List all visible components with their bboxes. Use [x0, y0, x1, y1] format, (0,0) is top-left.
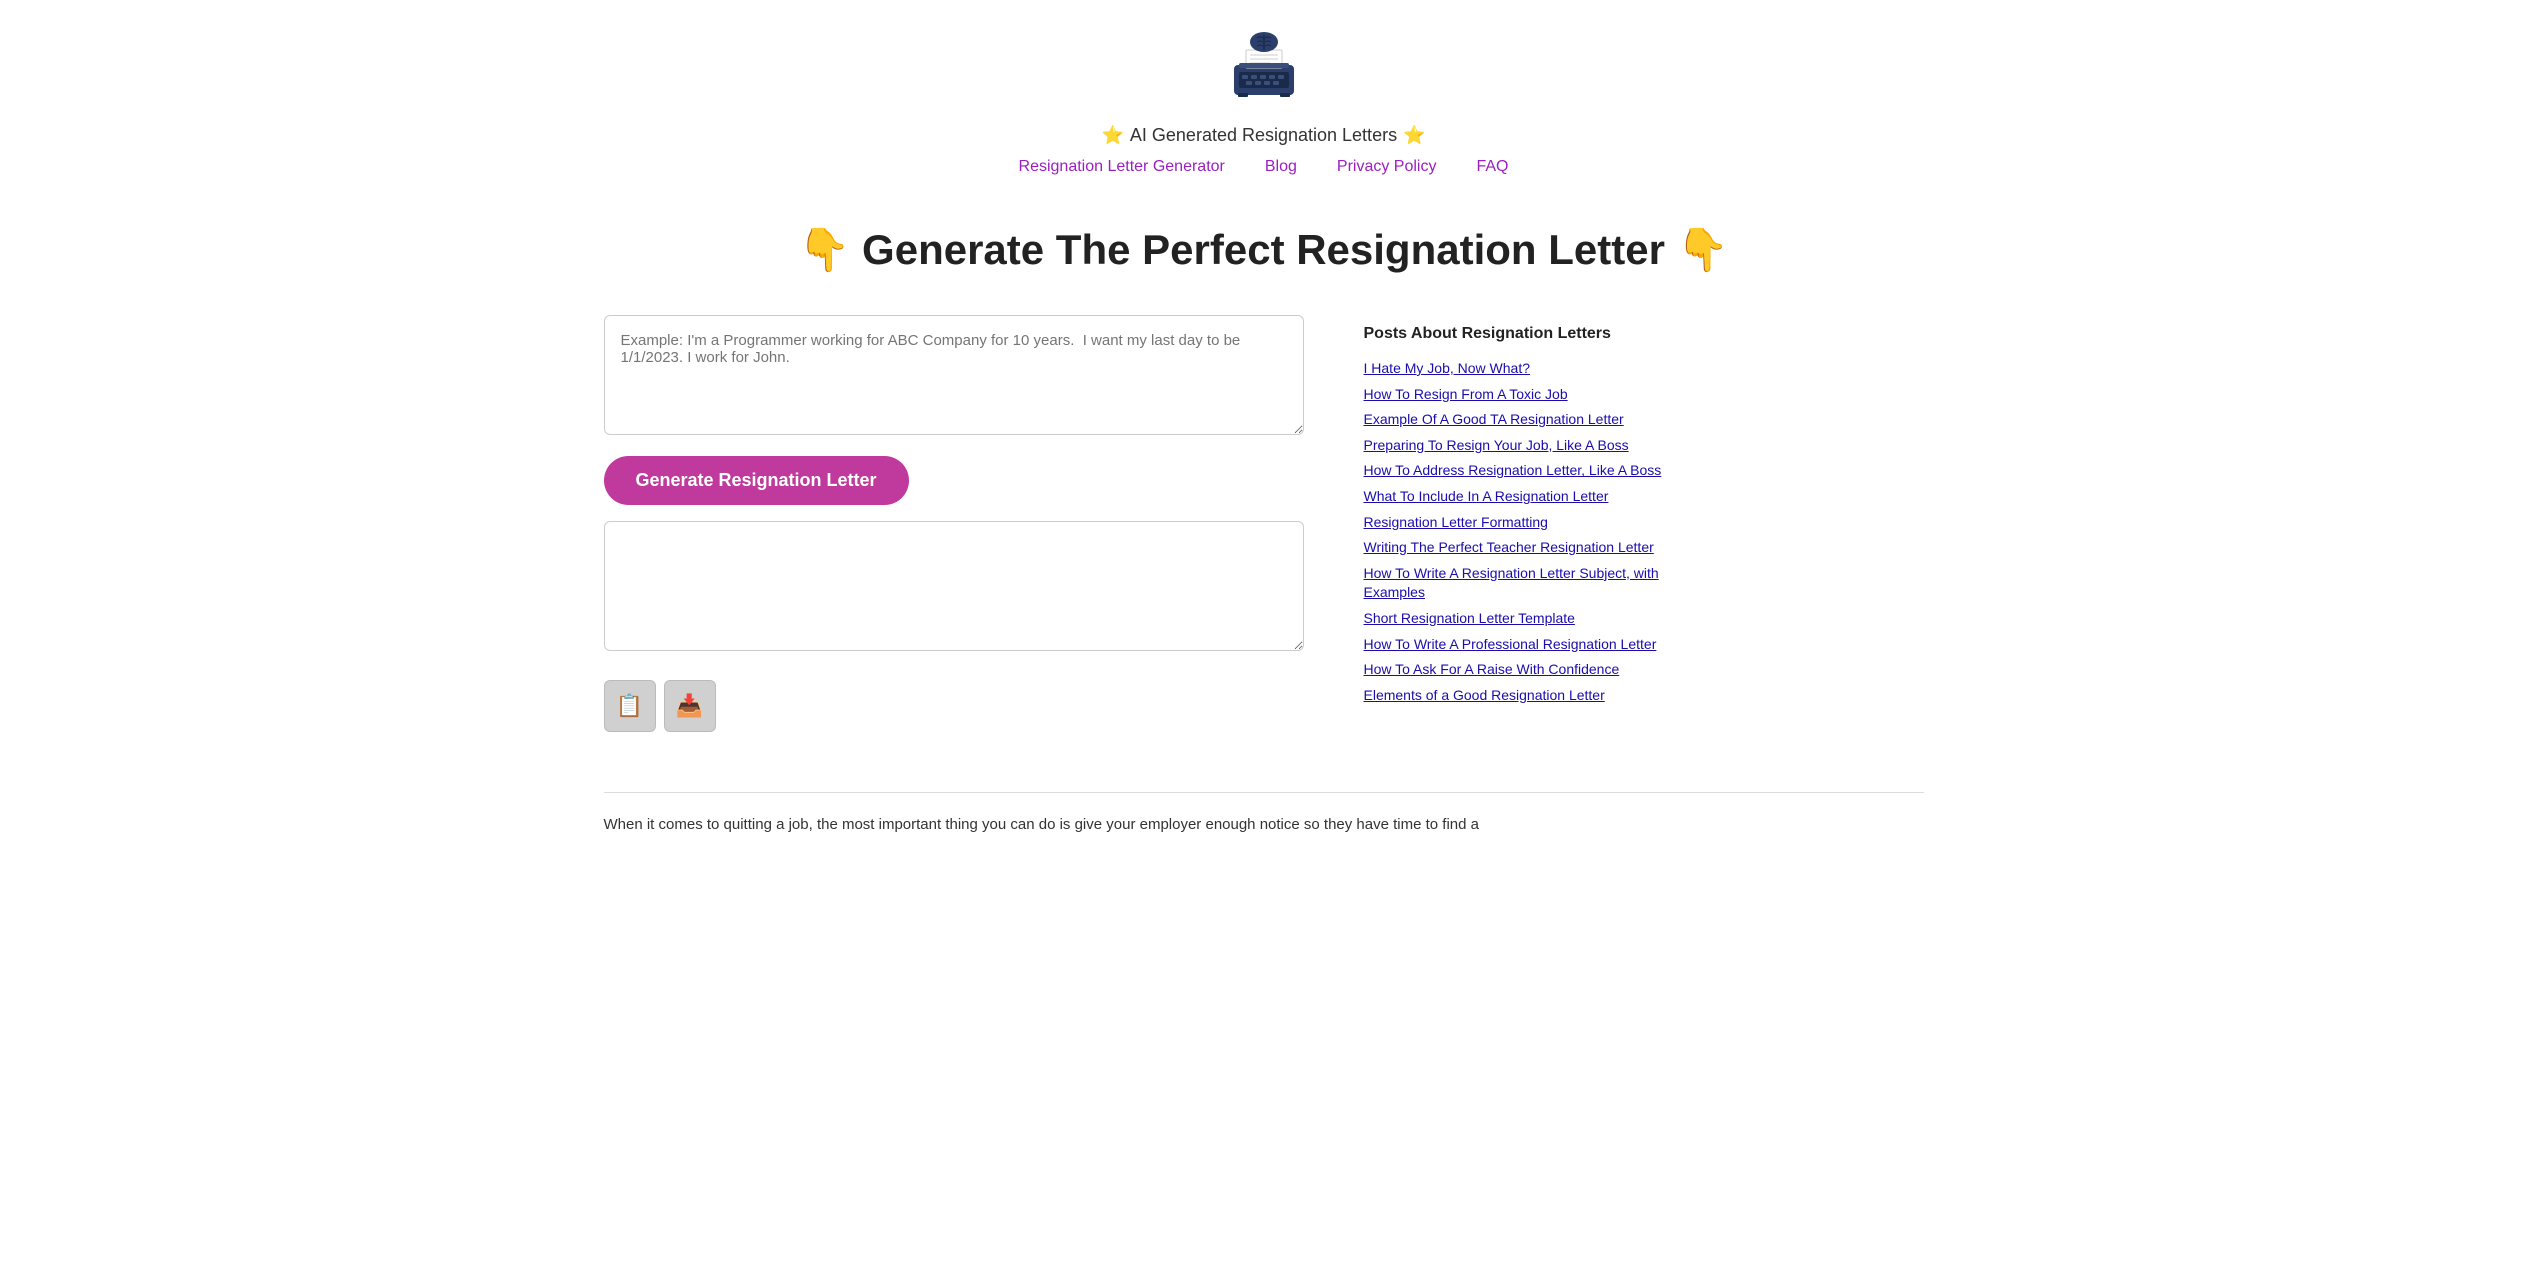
sidebar-link-12[interactable]: Elements of a Good Resignation Letter	[1364, 686, 1684, 706]
sidebar-link-3[interactable]: Preparing To Resign Your Job, Like A Bos…	[1364, 436, 1684, 456]
star-left-icon: ⭐	[1101, 125, 1123, 146]
main-nav: Resignation Letter Generator Blog Privac…	[1019, 158, 1509, 176]
output-textarea[interactable]	[604, 521, 1304, 651]
bottom-text: When it comes to quitting a job, the mos…	[604, 813, 1924, 837]
download-button[interactable]: 📥	[664, 680, 716, 732]
sidebar-link-5[interactable]: What To Include In A Resignation Letter	[1364, 487, 1684, 507]
sidebar-link-2[interactable]: Example Of A Good TA Resignation Letter	[1364, 410, 1684, 430]
nav-link-blog[interactable]: Blog	[1265, 158, 1297, 176]
sidebar-title: Posts About Resignation Letters	[1364, 325, 1684, 343]
action-buttons: 📋 📥	[604, 680, 1304, 732]
pointing-right-icon: 👇	[1677, 226, 1729, 273]
header: ⭐ AI Generated Resignation Letters ⭐ Res…	[604, 0, 1924, 196]
sidebar-link-8[interactable]: How To Write A Resignation Letter Subjec…	[1364, 564, 1684, 603]
bottom-divider	[604, 792, 1924, 793]
input-textarea[interactable]	[604, 315, 1304, 435]
sidebar-link-7[interactable]: Writing The Perfect Teacher Resignation …	[1364, 538, 1684, 558]
logo-container	[1224, 30, 1304, 115]
star-right-icon: ⭐	[1403, 125, 1425, 146]
sidebar-link-0[interactable]: I Hate My Job, Now What?	[1364, 359, 1684, 379]
copy-icon: 📋	[616, 693, 643, 719]
download-icon: 📥	[676, 693, 703, 719]
sidebar-link-11[interactable]: How To Ask For A Raise With Confidence	[1364, 660, 1684, 680]
hero-title-text: Generate The Perfect Resignation Letter	[862, 226, 1665, 273]
nav-link-privacy[interactable]: Privacy Policy	[1337, 158, 1437, 176]
sidebar-link-10[interactable]: How To Write A Professional Resignation …	[1364, 635, 1684, 655]
nav-link-generator[interactable]: Resignation Letter Generator	[1019, 158, 1225, 176]
left-section: Generate Resignation Letter 📋 📥	[604, 315, 1304, 732]
site-title-text: AI Generated Resignation Letters	[1130, 125, 1397, 146]
main-content: Generate Resignation Letter 📋 📥 Posts Ab…	[604, 295, 1924, 772]
logo-icon	[1224, 30, 1304, 110]
sidebar-link-4[interactable]: How To Address Resignation Letter, Like …	[1364, 461, 1684, 481]
right-sidebar: Posts About Resignation Letters I Hate M…	[1364, 315, 1684, 705]
site-title: ⭐ AI Generated Resignation Letters ⭐	[1101, 125, 1425, 146]
nav-link-faq[interactable]: FAQ	[1476, 158, 1508, 176]
hero-title: 👇 Generate The Perfect Resignation Lette…	[604, 226, 1924, 275]
sidebar-link-6[interactable]: Resignation Letter Formatting	[1364, 513, 1684, 533]
generate-button[interactable]: Generate Resignation Letter	[604, 456, 909, 505]
sidebar-links: I Hate My Job, Now What? How To Resign F…	[1364, 359, 1684, 705]
hero-section: 👇 Generate The Perfect Resignation Lette…	[604, 196, 1924, 295]
sidebar-link-9[interactable]: Short Resignation Letter Template	[1364, 609, 1684, 629]
sidebar-link-1[interactable]: How To Resign From A Toxic Job	[1364, 385, 1684, 405]
pointing-left-icon: 👇	[798, 226, 850, 273]
copy-button[interactable]: 📋	[604, 680, 656, 732]
